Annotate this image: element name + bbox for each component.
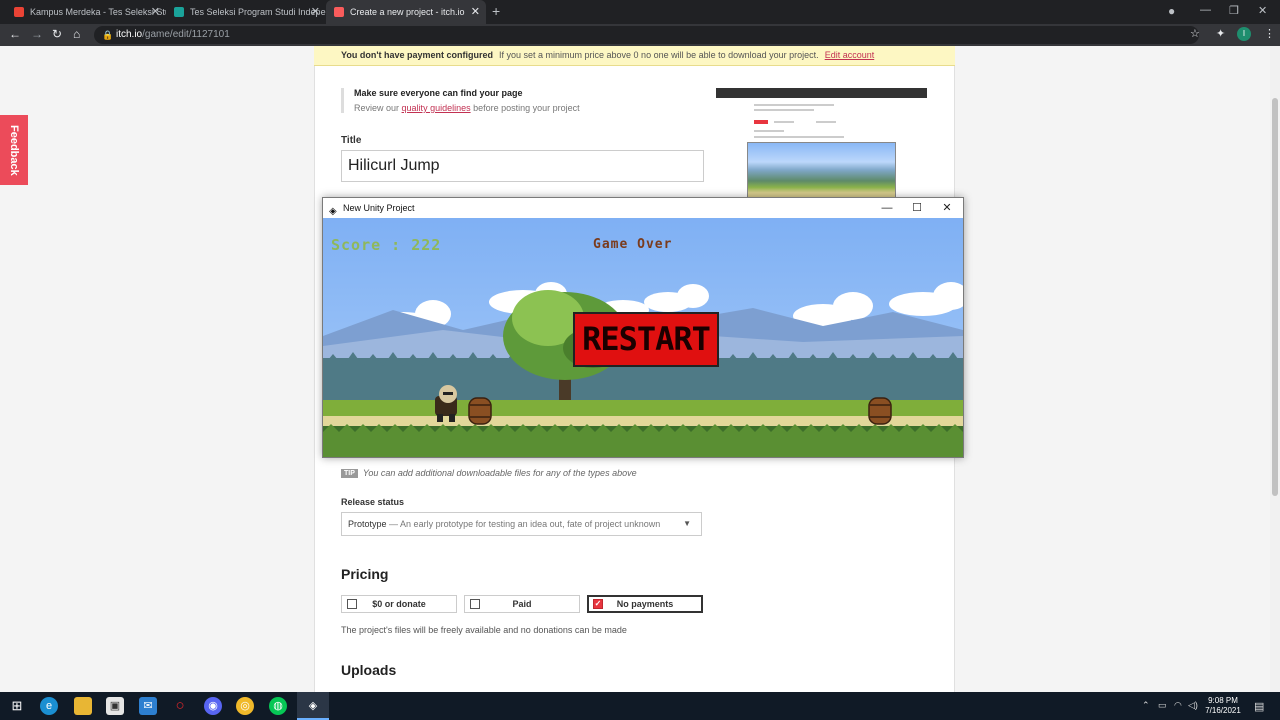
release-status-label: Release status [341, 497, 405, 507]
uploads-heading: Uploads [341, 662, 397, 678]
page-scrollbar[interactable] [1270, 46, 1280, 692]
clock-time: 9:08 PM [1208, 696, 1238, 705]
browser-toolbar: ← → ↻ ⌂ 🔒 itch.io/game/edit/1127101 ☆ ✦ … [0, 24, 1280, 46]
browser-tab-strip: Kampus Merdeka - Tes Seleksi Studi ✕ Tes… [0, 0, 1280, 24]
title-input[interactable]: Hilicurl Jump [341, 150, 704, 182]
tab-tes-seleksi[interactable]: Tes Seleksi Program Studi Indepen ✕ [166, 0, 326, 24]
windows-taskbar: ⊞ e ▣ ✉ ○ ◉ ◎ ◍ ◈ ⌃ ▭ ◠ ◁) 9:08 PM 7/16/… [0, 692, 1280, 720]
classroom-icon [174, 7, 184, 17]
unity-window-title: New Unity Project [343, 203, 415, 213]
barrel-obstacle [868, 397, 892, 425]
chevron-down-icon: ▼ [683, 519, 691, 528]
price-option-label: $0 or donate [372, 599, 426, 609]
score-text: Score : 222 [331, 236, 442, 254]
back-icon[interactable]: ← [9, 27, 21, 41]
close-icon[interactable]: ✕ [932, 198, 962, 218]
price-option-label: Paid [512, 599, 532, 609]
restart-button[interactable]: RESTART [573, 312, 719, 367]
wifi-icon[interactable]: ◠ [1174, 700, 1182, 711]
unity-game-window[interactable]: ◈ New Unity Project — ☐ ✕ Score: 222 Ga… [322, 197, 964, 458]
volume-icon[interactable]: ◁) [1188, 700, 1198, 711]
feedback-tab[interactable]: Feedback [0, 115, 28, 185]
barrel-obstacle [468, 397, 492, 425]
tab-itchio[interactable]: Create a new project - itch.io ✕ [326, 0, 486, 24]
edit-account-link[interactable]: Edit account [825, 50, 875, 60]
minimize-icon[interactable]: — [872, 198, 902, 218]
tab-title: Create a new project - itch.io [350, 7, 465, 17]
cover-preview-thumbnail[interactable] [716, 88, 927, 198]
address-bar[interactable]: 🔒 itch.io/game/edit/1127101 [94, 26, 1199, 44]
close-tab-icon[interactable]: ✕ [151, 5, 160, 18]
maximize-icon[interactable]: ☐ [902, 198, 932, 218]
release-status-select[interactable]: Prototype — An early prototype for testi… [341, 512, 702, 536]
extensions-icon[interactable]: ✦ [1216, 27, 1225, 40]
tab-title: Kampus Merdeka - Tes Seleksi Studi [30, 7, 166, 17]
restore-icon[interactable]: ❐ [1229, 4, 1239, 17]
price-option-free-donate[interactable]: $0 or donate [341, 595, 457, 613]
downloads-tip: TIP You can add additional downloadable f… [341, 468, 637, 479]
taskbar-clock[interactable]: 9:08 PM 7/16/2021 [1198, 696, 1248, 716]
clock-date: 7/16/2021 [1205, 706, 1241, 715]
line-icon[interactable]: ◍ [269, 697, 287, 715]
forward-icon[interactable]: → [31, 27, 43, 41]
reload-icon[interactable]: ↻ [52, 27, 62, 41]
edge-icon[interactable]: e [40, 697, 58, 715]
itchio-icon [334, 7, 344, 17]
close-tab-icon[interactable]: ✕ [471, 5, 480, 18]
chrome-icon[interactable]: ◎ [236, 697, 254, 715]
windows-start-icon[interactable]: ⊞ [8, 697, 26, 715]
game-over-text: Game Over [593, 237, 673, 252]
opera-icon[interactable]: ○ [171, 697, 189, 715]
pricing-heading: Pricing [341, 566, 389, 582]
path [323, 416, 963, 426]
menu-icon[interactable]: ⋮ [1264, 27, 1275, 40]
quality-guidelines-link[interactable]: quality guidelines [402, 103, 471, 113]
profile-avatar[interactable]: I [1237, 27, 1251, 41]
tab-title: Tes Seleksi Program Studi Indepen [190, 7, 326, 17]
file-explorer-icon[interactable] [74, 697, 92, 715]
url-host: itch.io [116, 29, 143, 40]
new-tab-icon[interactable]: + [492, 3, 500, 19]
price-option-label: No payments [616, 599, 674, 609]
release-status-description: — An early prototype for testing an idea… [389, 519, 661, 529]
scroll-thumb[interactable] [1272, 98, 1278, 496]
price-option-no-payments[interactable]: ✓ No payments [587, 595, 703, 613]
tip-tag: TIP [341, 469, 358, 479]
checkbox-checked-icon: ✓ [593, 599, 603, 609]
close-window-icon[interactable]: ✕ [1258, 4, 1267, 17]
tip-text: Review our quality guidelines before pos… [354, 103, 641, 113]
close-tab-icon[interactable]: ✕ [311, 5, 320, 18]
battery-icon[interactable]: ▭ [1158, 700, 1167, 711]
tab-kampus-merdeka[interactable]: Kampus Merdeka - Tes Seleksi Studi ✕ [6, 0, 166, 24]
game-viewport[interactable]: Score : 222 Game Over RESTART [323, 218, 963, 457]
quality-tip: Make sure everyone can find your page Re… [341, 88, 641, 113]
price-option-paid[interactable]: Paid [464, 595, 580, 613]
unity-icon[interactable]: ◈ [304, 697, 322, 715]
store-icon[interactable]: ▣ [106, 697, 124, 715]
tip-heading: Make sure everyone can find your page [354, 88, 523, 98]
checkbox-icon [470, 599, 480, 609]
bookmark-star-icon[interactable]: ☆ [1190, 27, 1200, 40]
banner-title: You don't have payment configured [341, 50, 493, 60]
release-status-value: Prototype [348, 519, 387, 529]
url-path: /game/edit/1127101 [142, 29, 230, 40]
tip-prefix: Review our [354, 103, 400, 113]
unity-title-bar[interactable]: ◈ New Unity Project — ☐ ✕ [323, 198, 963, 218]
home-icon[interactable]: ⌂ [73, 27, 80, 41]
payment-warning-banner: You don't have payment configured If you … [314, 46, 955, 66]
media-icon[interactable]: ● [1168, 4, 1175, 18]
lock-icon: 🔒 [102, 30, 114, 40]
checkbox-icon [347, 599, 357, 609]
downloads-tip-text: You can add additional downloadable file… [362, 468, 637, 478]
tray-chevron-icon[interactable]: ⌃ [1142, 700, 1150, 711]
gmail-icon [14, 7, 24, 17]
title-label: Title [341, 135, 362, 146]
pricing-description: The project's files will be freely avail… [341, 625, 627, 635]
banner-text: If you set a minimum price above 0 no on… [499, 50, 819, 60]
tip-suffix: before posting your project [473, 103, 580, 113]
minimize-icon[interactable]: — [1200, 4, 1211, 16]
mail-icon[interactable]: ✉ [139, 697, 157, 715]
discord-icon[interactable]: ◉ [204, 697, 222, 715]
notifications-icon[interactable]: ▤ [1254, 700, 1264, 713]
